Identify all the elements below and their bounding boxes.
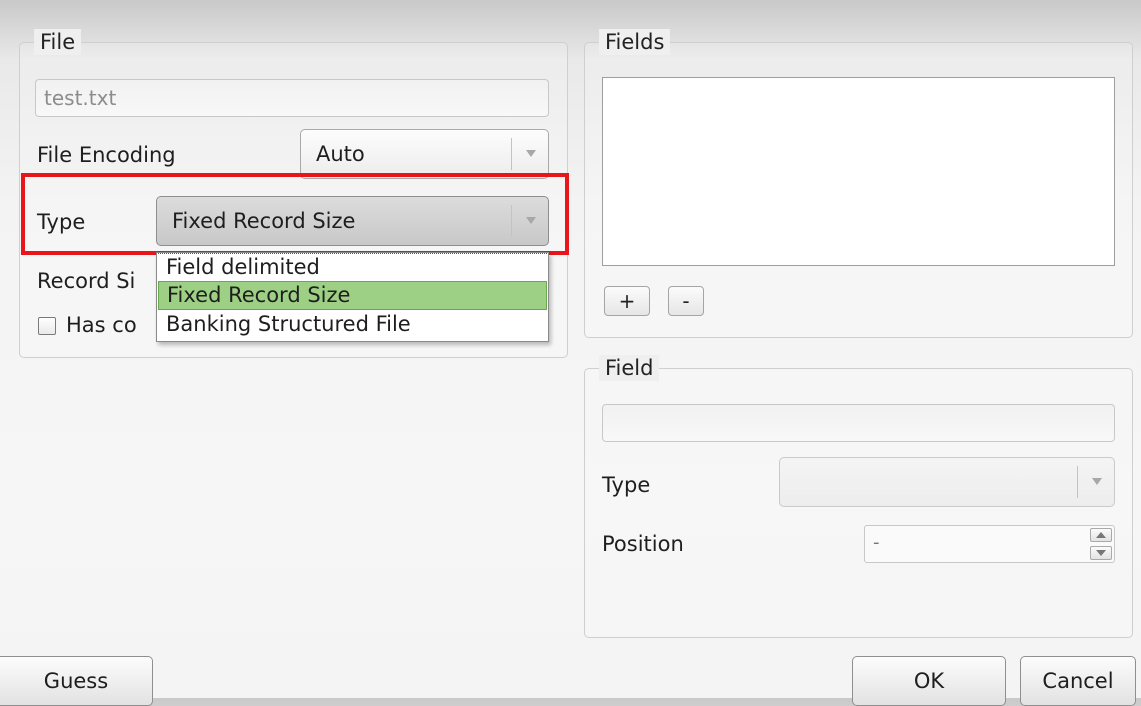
has-checkbox[interactable] <box>38 317 56 335</box>
fields-group-title: Fields <box>599 29 671 55</box>
filename-field[interactable]: test.txt <box>35 79 549 117</box>
add-field-button[interactable]: + <box>604 286 650 316</box>
combo-separator <box>511 205 512 237</box>
ok-button[interactable]: OK <box>852 656 1006 706</box>
combo-separator <box>511 138 512 170</box>
dropdown-option-field-delimited[interactable]: Field delimited <box>158 253 547 282</box>
has-checkbox-label: Has co <box>66 313 137 337</box>
spin-buttons <box>1090 528 1112 560</box>
type-combo-value: Fixed Record Size <box>172 209 356 233</box>
chevron-down-icon <box>526 150 536 157</box>
fields-list[interactable] <box>602 77 1115 266</box>
file-encoding-value: Auto <box>316 142 365 166</box>
remove-field-button[interactable]: - <box>668 286 704 316</box>
field-group-title: Field <box>599 355 660 381</box>
file-encoding-label: File Encoding <box>37 143 176 167</box>
dropdown-option-banking-structured-file[interactable]: Banking Structured File <box>158 311 547 340</box>
chevron-down-icon <box>526 217 536 224</box>
spin-up-button[interactable] <box>1090 528 1112 542</box>
position-spinbox[interactable]: - <box>864 525 1115 563</box>
type-combo[interactable]: Fixed Record Size <box>156 196 549 246</box>
guess-button[interactable]: Guess <box>0 656 153 706</box>
arrow-up-icon <box>1096 532 1106 538</box>
cancel-button[interactable]: Cancel <box>1020 656 1136 706</box>
position-value: - <box>873 532 880 553</box>
spin-down-button[interactable] <box>1090 546 1112 560</box>
field-name-input[interactable] <box>602 404 1115 442</box>
position-label: Position <box>602 532 684 556</box>
dropdown-option-fixed-record-size[interactable]: Fixed Record Size <box>158 281 547 310</box>
field-type-combo[interactable] <box>779 457 1115 507</box>
arrow-down-icon <box>1096 550 1106 556</box>
type-dropdown-list: Field delimited Fixed Record Size Bankin… <box>156 252 549 342</box>
record-size-label: Record Si <box>37 269 136 293</box>
field-type-label: Type <box>602 473 651 497</box>
file-group-title: File <box>34 29 82 55</box>
combo-separator <box>1077 466 1078 498</box>
chevron-down-icon <box>1092 478 1102 485</box>
file-encoding-combo[interactable]: Auto <box>300 129 549 179</box>
type-label: Type <box>37 210 86 234</box>
